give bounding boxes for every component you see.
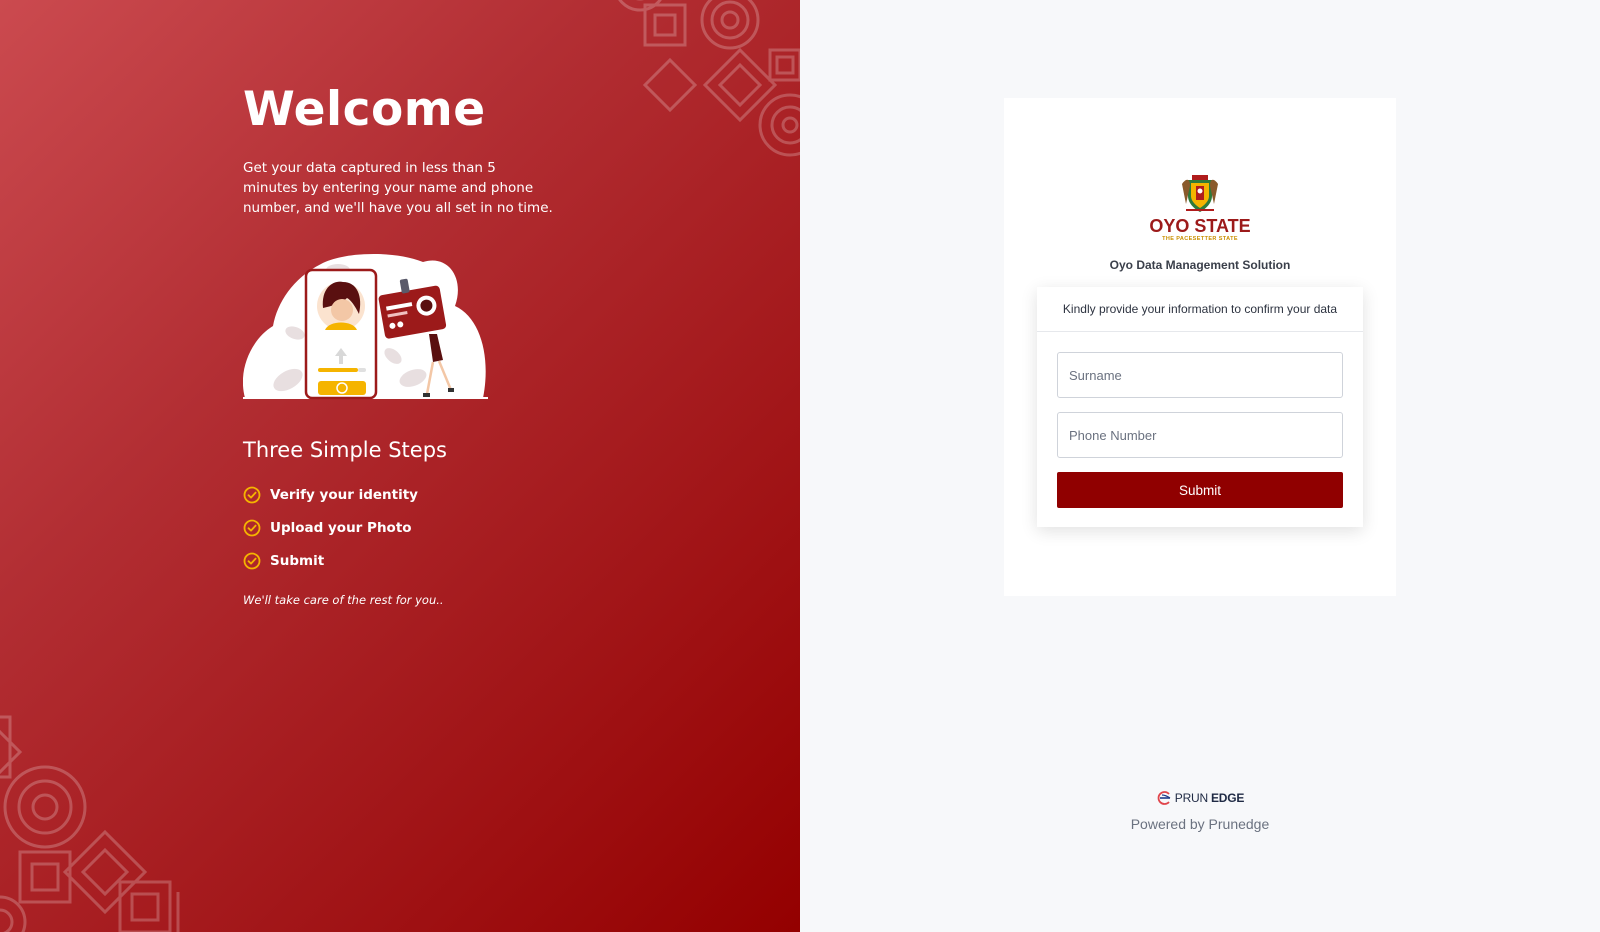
hero-content: Welcome Get your data captured in less t… [243,80,563,607]
powered-by-text: Powered by Prunedge [1130,816,1270,832]
login-card: OYO STATE THE PACESETTER STATE Oyo Data … [1004,98,1396,596]
step-item-upload: Upload your Photo [243,511,563,544]
prunedge-logo-icon [1157,791,1171,805]
check-circle-icon [243,519,261,536]
state-name: OYO STATE [1149,216,1251,236]
steps-list: Verify your identity Upload your Photo S… [243,478,563,577]
step-label: Verify your identity [270,486,418,503]
closing-note: We'll take care of the rest for you.. [243,593,444,607]
coat-of-arms-icon [1182,175,1218,212]
phone-number-input[interactable] [1057,412,1343,458]
decorative-pattern-bottom [0,715,180,932]
decorative-pattern-top [618,0,800,157]
step-item-verify: Verify your identity [243,478,563,511]
check-circle-icon [243,486,261,503]
confirm-data-form: Kindly provide your information to confi… [1037,287,1363,527]
surname-input[interactable] [1057,352,1343,398]
form-instruction: Kindly provide your information to confi… [1037,287,1363,332]
brand-name-part: PRUN [1174,791,1208,805]
identity-verification-illustration [243,253,488,400]
state-motto: THE PACESETTER STATE [1162,236,1238,242]
step-item-submit: Submit [243,544,563,577]
footer: PRUN EDGE Powered by Prunedge [1004,790,1396,832]
welcome-intro: Get your data captured in less than 5 mi… [243,160,553,216]
steps-heading: Three Simple Steps [243,438,447,462]
brand-name-part: EDGE [1210,791,1245,805]
oyo-state-logo: OYO STATE THE PACESETTER STATE [1004,174,1396,243]
hero-panel: Welcome Get your data captured in less t… [0,0,800,932]
step-label: Upload your Photo [270,519,412,536]
submit-button[interactable]: Submit [1057,472,1343,508]
step-label: Submit [270,552,325,569]
prunedge-logo: PRUN EDGE [1156,790,1244,806]
welcome-heading: Welcome [243,82,486,137]
check-circle-icon [243,552,261,569]
app-name: Oyo Data Management Solution [1109,258,1291,272]
